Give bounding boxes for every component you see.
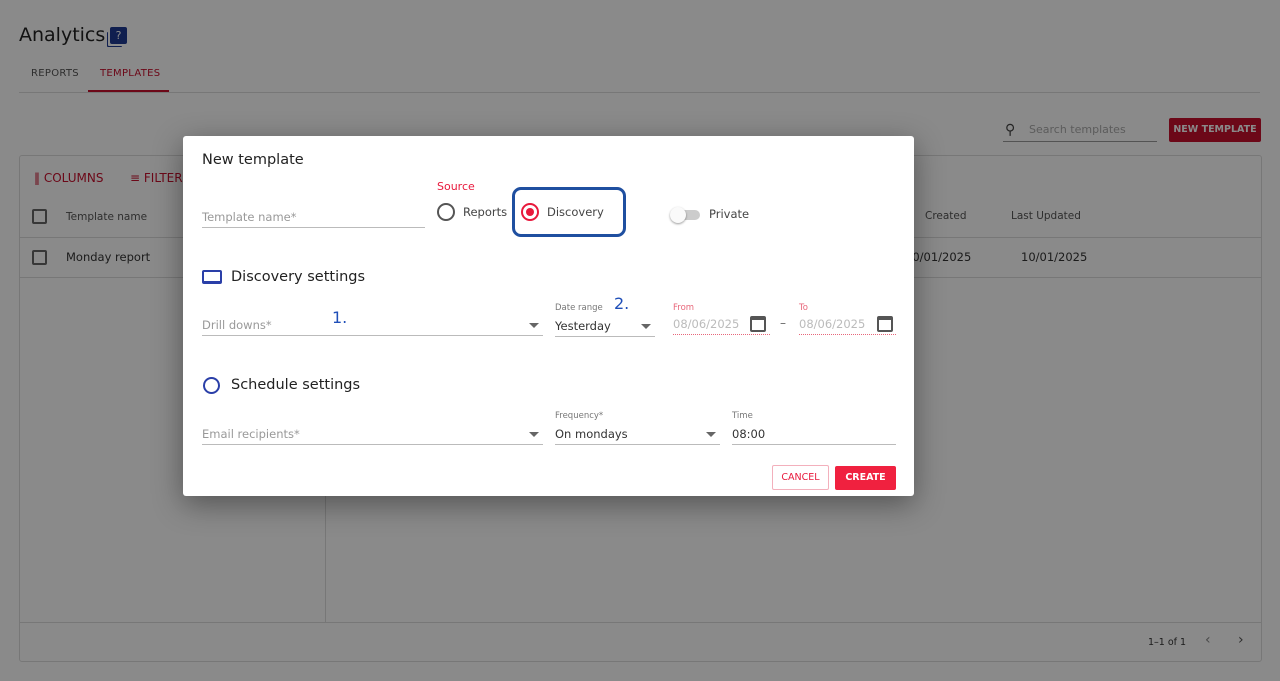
chevron-down-icon — [706, 432, 716, 437]
frequency-label: Frequency* — [555, 411, 604, 421]
laptop-search-icon — [202, 270, 222, 284]
from-label: From — [673, 303, 695, 313]
chevron-down-icon — [641, 324, 651, 329]
date-range-label: Date range — [555, 303, 603, 313]
radio-discovery[interactable] — [521, 203, 539, 221]
time-label: Time — [732, 411, 753, 421]
email-recipients-placeholder: Email recipients* — [202, 427, 300, 441]
chevron-down-icon — [529, 432, 539, 437]
cancel-button[interactable]: CANCEL — [772, 465, 829, 490]
annotation-1: 1. — [332, 308, 348, 327]
radio-reports-label[interactable]: Reports — [463, 205, 507, 219]
clock-icon — [203, 377, 220, 394]
date-range-select[interactable]: Yesterday — [555, 315, 655, 337]
date-dash: – — [780, 316, 786, 330]
calendar-icon[interactable] — [877, 316, 893, 332]
create-button[interactable]: CREATE — [835, 466, 896, 490]
time-input[interactable]: 08:00 — [732, 423, 896, 445]
dialog-title: New template — [202, 152, 304, 168]
private-toggle[interactable] — [670, 207, 700, 223]
schedule-settings-heading: Schedule settings — [231, 377, 361, 393]
new-template-dialog: New template Template name* Source Repor… — [183, 136, 914, 496]
discovery-settings-heading: Discovery settings — [231, 269, 366, 285]
calendar-icon[interactable] — [750, 316, 766, 332]
private-label: Private — [709, 207, 750, 221]
template-name-input[interactable]: Template name* — [202, 206, 425, 228]
source-label: Source — [437, 180, 475, 193]
drill-downs-select[interactable]: Drill downs* — [202, 314, 543, 336]
frequency-select[interactable]: On mondays — [555, 423, 720, 445]
annotation-2: 2. — [614, 294, 630, 313]
date-range-value: Yesterday — [555, 319, 611, 333]
to-label: To — [799, 303, 808, 313]
email-recipients-select[interactable]: Email recipients* — [202, 423, 543, 445]
frequency-value: On mondays — [555, 427, 628, 441]
radio-reports[interactable] — [437, 203, 455, 221]
drill-downs-placeholder: Drill downs* — [202, 318, 272, 332]
radio-discovery-label[interactable]: Discovery — [547, 205, 604, 219]
chevron-down-icon — [529, 323, 539, 328]
